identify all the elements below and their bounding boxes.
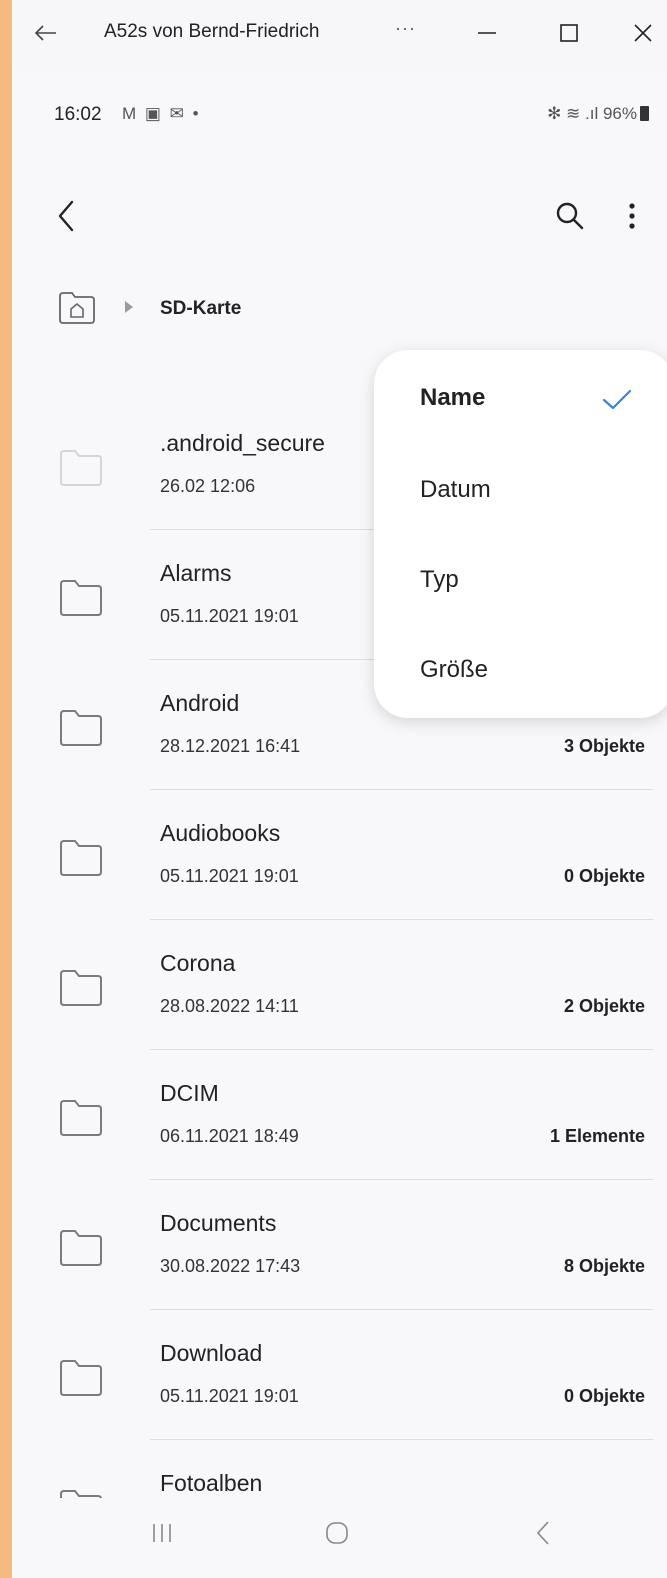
- status-indicators: ✻ ≋ .ıl 96%: [547, 104, 637, 123]
- file-name: Documents: [160, 1210, 277, 1236]
- file-name: Fotoalben: [160, 1470, 263, 1496]
- system-nav-bar: [12, 1498, 667, 1578]
- folder-icon: [60, 580, 102, 616]
- breadcrumb-sd-card[interactable]: SD-Karte: [160, 298, 241, 320]
- battery-icon: [640, 106, 649, 121]
- breadcrumb-arrow-icon: [125, 301, 133, 313]
- file-date: 26.02 12:06: [160, 476, 256, 496]
- more-options-icon[interactable]: ···: [395, 18, 416, 39]
- file-date: 05.11.2021 19:01: [160, 866, 299, 886]
- file-name: Download: [160, 1340, 263, 1366]
- folder-icon: [60, 1360, 102, 1396]
- sort-option-type[interactable]: Typ: [420, 566, 459, 594]
- minimize-icon[interactable]: [472, 18, 502, 48]
- file-name: .android_secure: [160, 430, 325, 456]
- file-date: 30.08.2022 17:43: [160, 1256, 301, 1276]
- home-button-icon[interactable]: [322, 1518, 352, 1548]
- folder-icon: [60, 450, 102, 486]
- folder-icon: [60, 1100, 102, 1136]
- file-date: 28.12.2021 16:41: [160, 736, 301, 756]
- folder-icon: [60, 1230, 102, 1266]
- overflow-menu-icon[interactable]: [620, 198, 644, 234]
- status-time: 16:02: [54, 104, 102, 125]
- file-row[interactable]: Documents 30.08.2022 17:43 8 Objekte: [12, 1180, 667, 1310]
- status-right: ✻ ≋ .ıl 96%: [547, 104, 649, 124]
- file-count: 1 Elemente: [549, 1126, 645, 1146]
- file-name: Alarms: [160, 560, 232, 586]
- file-name: Android: [160, 690, 240, 716]
- file-date: 06.11.2021 18:49: [160, 1126, 299, 1146]
- sort-option-name[interactable]: Name: [420, 384, 485, 412]
- sort-menu: Name Datum Typ Größe: [374, 350, 667, 718]
- file-name: Corona: [160, 950, 236, 976]
- sort-option-size[interactable]: Größe: [420, 656, 488, 684]
- folder-icon: [60, 710, 102, 746]
- file-date: 05.11.2021 19:01: [160, 606, 299, 626]
- file-name: DCIM: [160, 1080, 219, 1106]
- search-icon[interactable]: [552, 198, 588, 234]
- file-count: 2 Objekte: [563, 996, 645, 1016]
- status-bar: 16:02 M ▣ ✉ • ✻ ≋ .ıl 96%: [12, 96, 667, 136]
- file-row[interactable]: DCIM 06.11.2021 18:49 1 Elemente: [12, 1050, 667, 1180]
- folder-icon: [60, 840, 102, 876]
- close-icon[interactable]: [628, 18, 658, 48]
- file-row[interactable]: Corona 28.08.2022 14:11 2 Objekte: [12, 920, 667, 1050]
- home-icon[interactable]: [56, 290, 98, 326]
- file-date: 28.08.2022 14:11: [160, 996, 299, 1016]
- file-count: 0 Objekte: [563, 866, 645, 886]
- file-count: 8 Objekte: [563, 1256, 645, 1276]
- file-count: 3 Objekte: [563, 736, 645, 756]
- app-window: A52s von Bernd-Friedrich ··· 16:02 M ▣ ✉…: [12, 0, 667, 1578]
- file-name: Audiobooks: [160, 820, 281, 846]
- folder-icon: [60, 970, 102, 1006]
- file-count: 0 Objekte: [563, 1386, 645, 1406]
- sort-option-date[interactable]: Datum: [420, 476, 491, 504]
- notification-icons: M ▣ ✉ •: [122, 104, 201, 123]
- back-arrow-icon[interactable]: [30, 18, 60, 48]
- window-title: A52s von Bernd-Friedrich: [104, 21, 320, 42]
- maximize-icon[interactable]: [554, 18, 584, 48]
- check-icon: [602, 389, 632, 410]
- window-titlebar: A52s von Bernd-Friedrich ···: [12, 0, 667, 66]
- back-chevron-icon[interactable]: [50, 196, 84, 236]
- file-row[interactable]: Download 05.11.2021 19:01 0 Objekte: [12, 1310, 667, 1440]
- file-date: 05.11.2021 19:01: [160, 1386, 299, 1406]
- nav-back-icon[interactable]: [532, 1516, 554, 1550]
- file-row[interactable]: Audiobooks 05.11.2021 19:01 0 Objekte: [12, 790, 667, 920]
- recents-icon[interactable]: [148, 1518, 176, 1548]
